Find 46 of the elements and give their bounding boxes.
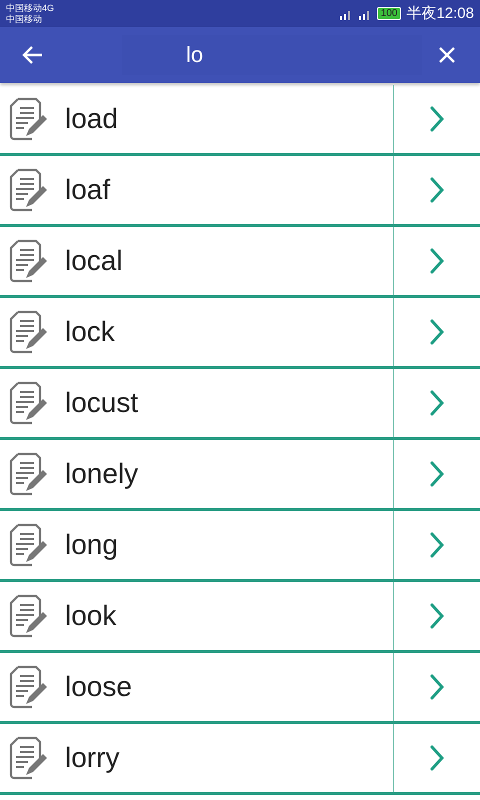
chevron-right-icon: [430, 532, 444, 558]
document-edit-icon: [8, 96, 48, 142]
result-row[interactable]: lorry: [0, 724, 480, 795]
chevron-right-icon: [430, 319, 444, 345]
result-row[interactable]: loaf: [0, 156, 480, 227]
result-row[interactable]: locust: [0, 369, 480, 440]
document-edit-icon: [8, 380, 48, 426]
chevron-right-icon: [430, 603, 444, 629]
chevron-right-icon: [430, 106, 444, 132]
chevron-right-icon: [430, 461, 444, 487]
carrier-label: 中国移动: [6, 14, 43, 24]
word-label: look: [65, 600, 118, 632]
document-edit-icon: [8, 664, 48, 710]
result-row[interactable]: local: [0, 227, 480, 298]
chevron-right-icon: [430, 390, 444, 416]
close-icon: [438, 46, 456, 64]
clock-time: 半夜12:08: [406, 4, 474, 23]
document-edit-icon: [8, 593, 48, 639]
word-label: lonely: [65, 458, 140, 490]
result-row[interactable]: load: [0, 85, 480, 156]
chevron-right-icon: [430, 177, 444, 203]
result-row[interactable]: look: [0, 582, 480, 653]
result-row[interactable]: long: [0, 511, 480, 582]
word-label: loaf: [65, 174, 112, 206]
document-edit-icon: [8, 735, 48, 781]
document-edit-icon: [8, 238, 48, 284]
document-edit-icon: [8, 167, 48, 213]
chevron-right-icon: [430, 745, 444, 771]
battery-level: 100: [376, 7, 402, 20]
document-edit-icon: [8, 522, 48, 568]
word-label: lock: [65, 316, 116, 348]
word-label: locust: [65, 387, 140, 419]
document-edit-icon: [8, 309, 48, 355]
result-row[interactable]: lock: [0, 298, 480, 369]
result-row[interactable]: loose: [0, 653, 480, 724]
word-label: lorry: [65, 742, 120, 774]
back-arrow-icon: [22, 44, 44, 66]
chevron-right-icon: [430, 248, 444, 274]
result-row[interactable]: lonely: [0, 440, 480, 511]
chevron-right-icon: [430, 674, 444, 700]
word-label: local: [65, 245, 124, 277]
document-edit-icon: [8, 451, 48, 497]
word-label: loose: [65, 671, 133, 703]
word-label: load: [65, 103, 119, 135]
word-label: long: [65, 529, 119, 561]
carrier-label: 中国移动4G: [6, 2, 54, 14]
